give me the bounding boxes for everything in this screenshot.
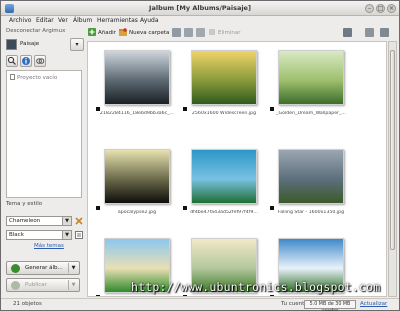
menu-ver[interactable]: Ver	[58, 17, 68, 24]
publish-label: Publicar	[25, 282, 47, 288]
image-caption: df4be47fa43ad52fef97f4f9...	[190, 210, 258, 215]
new-folder-button[interactable]: Nueva carpeta	[119, 28, 169, 36]
delete-icon	[208, 28, 216, 36]
image-caption: apocalypse2.jpg	[117, 210, 157, 215]
menu-bar: Archivo Editar Ver Álbum Herramientas Ay…	[1, 16, 399, 26]
new-folder-icon	[119, 28, 127, 36]
menu-editar[interactable]: Editar	[36, 17, 54, 24]
grid-view-icon[interactable]	[343, 28, 352, 37]
album-menu-button[interactable]: ▾	[70, 38, 84, 51]
list-view-icon[interactable]	[365, 28, 374, 37]
image-caption: Falling Star - 1600x1350.jpg	[277, 210, 345, 215]
publish-button[interactable]: Publicar ▼	[6, 278, 80, 292]
chevron-down-icon: ▼	[62, 217, 71, 225]
new-folder-label: Nueva carpeta	[129, 30, 170, 36]
watermark: http://www.ubuntronics.blogspot.com	[131, 280, 381, 294]
rotate-left-icon[interactable]	[172, 28, 181, 37]
album-selector[interactable]: Paisaje ▾	[6, 38, 84, 52]
menu-album[interactable]: Álbum	[73, 17, 92, 24]
edit-icon[interactable]	[196, 28, 205, 37]
chevron-down-icon: ▼	[62, 231, 71, 239]
delete-label: Eliminar	[218, 30, 241, 36]
image-caption: 2560x1600 Widescreen.jpg	[191, 111, 257, 116]
gallery-scrollbar[interactable]	[388, 41, 397, 297]
page-icon	[10, 74, 15, 80]
generate-album-button[interactable]: Generar álb... ▼	[6, 261, 80, 275]
left-panel: Desconectar Argimux Paisaje ▾ Proyecto v…	[4, 28, 84, 298]
link-icon[interactable]	[34, 55, 46, 67]
storage-usage: 5.0 MB de 30 MB usados	[304, 300, 356, 311]
toolbar: Añadir Nueva carpeta Eliminar	[86, 26, 398, 40]
image-gallery[interactable]: 2182284116_18ebd9bb3a6c_... 2560x1600 Wid…	[87, 41, 387, 297]
details-view-icon[interactable]	[380, 28, 389, 37]
publish-icon	[11, 281, 20, 290]
add-icon	[88, 28, 96, 36]
generate-label: Generar álb...	[25, 265, 63, 271]
theme-label: Tema y estilo	[6, 201, 43, 207]
add-label: Añadir	[98, 30, 116, 36]
menu-archivo[interactable]: Archivo	[9, 17, 31, 24]
status-bar: 21 objetos Tu cuenta: 5.0 MB de 30 MB us…	[1, 298, 399, 311]
item-marker-icon	[270, 295, 274, 296]
skin-settings-icon[interactable]	[75, 217, 83, 225]
image-thumbnail[interactable]	[191, 50, 257, 105]
chevron-down-icon[interactable]: ▼	[68, 280, 78, 290]
update-link[interactable]: Actualizar	[360, 301, 387, 307]
image-thumbnail[interactable]	[104, 50, 170, 105]
chevron-down-icon[interactable]: ▼	[68, 263, 78, 273]
skin-value: Chameleon	[9, 218, 41, 224]
window-title: Jalbum [My Albums/Paisaje]	[149, 4, 251, 12]
skin-select[interactable]: Chameleon ▼	[6, 216, 72, 226]
disconnect-link[interactable]: Desconectar Argimux	[6, 28, 65, 34]
item-marker-icon	[96, 295, 100, 296]
scrollbar-thumb[interactable]	[390, 50, 395, 250]
project-item[interactable]: Proyecto vacío	[10, 74, 57, 81]
image-thumbnail[interactable]	[278, 149, 344, 204]
title-bar: Jalbum [My Albums/Paisaje] – □ ×	[1, 1, 399, 16]
style-edit-icon[interactable]	[75, 231, 83, 239]
minimize-icon[interactable]: –	[365, 4, 374, 13]
add-button[interactable]: Añadir	[88, 28, 116, 36]
search-icon[interactable]	[6, 55, 18, 67]
style-select[interactable]: Black ▼	[6, 230, 72, 240]
app-window: Jalbum [My Albums/Paisaje] – □ × Archivo…	[0, 0, 400, 311]
image-thumbnail[interactable]	[278, 50, 344, 105]
close-icon[interactable]: ×	[387, 4, 396, 13]
image-caption: _Golden_Dream_Wallpaper_...	[276, 111, 346, 116]
object-count: 21 objetos	[13, 301, 42, 307]
album-name: Paisaje	[20, 41, 40, 47]
style-value: Black	[9, 232, 24, 238]
image-caption: 2182284116_18ebd9bb3a6c_...	[99, 111, 175, 116]
menu-herramientas[interactable]: Herramientas	[97, 17, 138, 24]
info-icon[interactable]	[20, 55, 32, 67]
menu-ayuda[interactable]: Ayuda	[140, 17, 159, 24]
more-themes-link[interactable]: Más temas	[34, 243, 64, 249]
album-thumbnail	[6, 39, 17, 50]
image-thumbnail[interactable]	[104, 149, 170, 204]
generate-icon	[11, 264, 20, 273]
project-tree[interactable]: Proyecto vacío	[6, 70, 82, 198]
item-marker-icon	[183, 295, 187, 296]
delete-button[interactable]: Eliminar	[208, 28, 241, 36]
maximize-icon[interactable]: □	[376, 4, 385, 13]
rotate-right-icon[interactable]	[184, 28, 193, 37]
project-empty-label: Proyecto vacío	[17, 75, 58, 81]
image-thumbnail[interactable]	[191, 149, 257, 204]
